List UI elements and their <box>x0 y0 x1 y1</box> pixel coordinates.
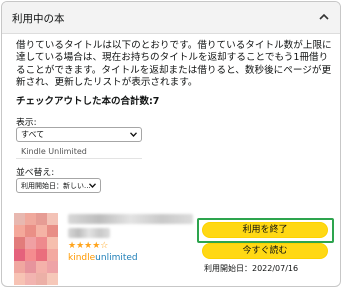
read-now-button[interactable]: 今すぐ読む <box>202 243 328 259</box>
chevron-down-icon <box>89 183 96 188</box>
sort-select[interactable]: 利用開始日：新しい... <box>16 178 101 193</box>
kindle-unlimited-logo: kindleunlimited <box>68 253 138 263</box>
section-title: 利用中の本 <box>12 13 65 25</box>
start-date: 利用開始日：2022/07/16 <box>204 264 299 273</box>
display-select[interactable]: すべて <box>16 127 142 142</box>
section-header[interactable]: 利用中の本 <box>2 2 340 34</box>
borrowed-books-panel: 利用中の本 借りているタイトルは以下のとおりです。借りているタイトル数が上限に達… <box>1 1 341 287</box>
description-text: 借りているタイトルは以下のとおりです。借りているタイトル数が上限に達している場合… <box>16 40 332 89</box>
star-rating: ★★★★☆ <box>68 241 109 251</box>
chevron-down-icon <box>130 132 137 137</box>
book-title-blurred[interactable] <box>68 214 193 224</box>
return-book-button[interactable]: 利用を終了 <box>202 222 328 238</box>
display-select-value: すべて <box>21 130 45 139</box>
total-count: チェックアウトした本の合計数:7 <box>16 96 160 107</box>
sort-label: 並べ替え: <box>16 168 55 178</box>
book-author-blurred <box>68 228 110 238</box>
book-cover-image[interactable] <box>14 213 58 285</box>
sort-select-value: 利用開始日：新しい... <box>21 182 91 190</box>
display-option-kindle-unlimited[interactable]: Kindle Unlimited <box>16 144 142 159</box>
chevron-up-icon[interactable] <box>318 11 330 23</box>
